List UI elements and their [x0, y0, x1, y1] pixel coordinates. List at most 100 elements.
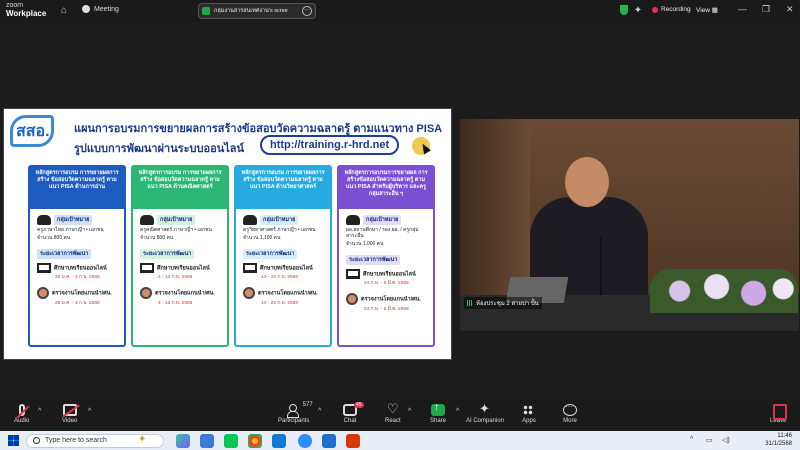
share-button[interactable]: Share [430, 402, 447, 424]
react-caret-icon[interactable]: ^ [408, 408, 411, 415]
study-label: ศึกษาบทเรียนออนไลน์ [157, 265, 210, 272]
participants-icon: 577 [286, 402, 313, 418]
edge-icon[interactable] [272, 434, 286, 448]
reviewer-icon [346, 293, 358, 306]
period-tag: ระยะเวลาการพัฒนา [37, 249, 92, 260]
more-icon [563, 402, 577, 416]
course-title: หลักสูตรการอบรมการขยายผล การสร้างข้อสอบว… [339, 167, 433, 209]
react-button[interactable]: React [385, 401, 401, 424]
apps-label: Apps [522, 418, 536, 424]
file-explorer-icon[interactable] [200, 434, 214, 448]
taskbar-clock[interactable]: 11:46 31/1/2568 [752, 433, 792, 448]
course-card-math: หลักสูตรการอบรม การขยายผลการสร้าง ข้อสอบ… [131, 165, 229, 347]
course-title: หลักสูตรการอบรม การขยายผลการสร้าง ข้อสอบ… [30, 167, 124, 209]
chat-badge: 45 [354, 402, 364, 408]
more-button[interactable]: More [563, 402, 577, 424]
participants-count: 577 [302, 402, 313, 408]
people-icon [140, 215, 154, 225]
target-count: จำนวน 1,000 คน [346, 241, 384, 248]
video-caret-icon[interactable]: ^ [88, 408, 91, 415]
meeting-label: Meeting [94, 5, 119, 13]
chat-button[interactable]: 45 Chat [343, 402, 364, 424]
target-text: ครูภาษาไทย ภาษาญี่ฯ • เอกชน [37, 227, 104, 234]
video-off-icon [62, 404, 77, 416]
check-label: ตรวจงานโดยแกนนำ/ศน. [155, 290, 215, 297]
shared-slide: สสอ. แผนการอบรมการขยายผลการสร้างข้อสอบวั… [3, 108, 452, 360]
period-tag: ระยะเวลาการพัฒนา [140, 249, 195, 260]
video-button[interactable]: Video [62, 404, 77, 424]
shield-icon[interactable] [620, 5, 628, 15]
paw-icon [82, 5, 90, 13]
video-name-caption: ห้องประชุม 2 สายปา ปั้น [464, 297, 542, 309]
grid-icon: ▦ [711, 7, 718, 14]
course-card-executives: หลักสูตรการอบรมการขยายผล การสร้างข้อสอบว… [337, 165, 435, 347]
copilot-icon[interactable]: ✦ [138, 434, 152, 448]
screen-share-indicator[interactable]: กลุ่มงานสารสนเทศงาน's scree ··· [198, 3, 316, 19]
meeting-stage: สสอ. แผนการอบรมการขยายผลการสร้างข้อสอบวั… [0, 22, 800, 399]
zoom-app-icon[interactable] [298, 434, 312, 448]
period-tag: ระยะเวลาการพัฒนา [346, 255, 401, 266]
video-label: Video [62, 418, 78, 424]
people-icon [243, 215, 257, 225]
close-icon[interactable]: ✕ [786, 4, 794, 15]
period-section: ระยะเวลาการพัฒนา ศึกษาบทเรียนออนไลน์ 4 -… [137, 247, 223, 309]
period-tag: ระยะเวลาการพัฒนา [243, 249, 298, 260]
target-section: กลุ่มเป้าหมาย ผอ.สถานศึกษา / รอง ผอ. / ค… [343, 213, 429, 249]
video-caption-text: ห้องประชุม 2 สายปา ปั้น [476, 301, 539, 307]
share-green-icon [202, 7, 210, 15]
course-card-reading: หลักสูตรการอบรม การขยายผลการสร้าง ข้อสอบ… [28, 165, 126, 347]
study-date: 25 ม.ค. - 3 ก.พ. 2568 [55, 275, 100, 281]
meeting-tab[interactable]: Meeting [82, 5, 119, 13]
view-button[interactable]: View ▦ [696, 6, 718, 14]
study-label: ศึกษาบทเรียนออนไลน์ [363, 271, 416, 278]
minimize-icon[interactable]: — [738, 4, 747, 14]
participants-caret-icon[interactable]: ^ [318, 408, 321, 415]
copilot-app-icon[interactable] [176, 434, 190, 448]
period-section: ระยะเวลาการพัฒนา ศึกษาบทเรียนออนไลน์ 24 … [343, 253, 429, 315]
apps-button[interactable]: Apps [522, 404, 536, 424]
maximize-icon[interactable]: ❐ [762, 4, 770, 15]
share-options-icon[interactable]: ··· [302, 6, 312, 16]
windows-taskbar: Type here to search ✦ ^ ▭ ◁) 11:46 31/1/… [0, 431, 800, 450]
brand-line2: Workplace [6, 9, 47, 18]
ai-companion-button[interactable]: AI Companion [466, 401, 504, 424]
volume-icon[interactable]: ◁) [722, 436, 730, 444]
check-label: ตรวจงานโดยแกนนำ/ศน. [361, 296, 421, 303]
search-icon [33, 437, 40, 444]
zoom-brand: zoom Workplace [6, 2, 46, 18]
reviewer-icon [37, 287, 49, 300]
laptop-icon [140, 263, 154, 274]
reviewer-icon [243, 287, 255, 300]
period-section: ระยะเวลาการพัฒนา ศึกษาบทเรียนออนไลน์ 14 … [240, 247, 326, 309]
acrobat-icon[interactable] [346, 434, 360, 448]
check-date: 25 ม.ค. - 3 ก.พ. 2568 [55, 301, 100, 307]
home-icon[interactable]: ⌂ [58, 5, 70, 17]
share-label: กลุ่มงานสารสนเทศงาน's scree [214, 8, 288, 14]
tray-chevron-icon[interactable]: ^ [690, 436, 693, 443]
search-placeholder: Type here to search [45, 437, 107, 444]
slide-url: http://training.r-hrd.net [260, 135, 400, 155]
ai-sparkle-icon[interactable]: ✦ [632, 5, 644, 17]
target-count: จำนวน 800 คน [140, 235, 174, 242]
line-app-icon[interactable] [224, 434, 238, 448]
study-date: 14 - 23 ก.พ. 2568 [261, 275, 299, 281]
windows-start-icon[interactable] [8, 435, 19, 446]
audio-button[interactable]: Audio [14, 404, 29, 424]
record-dot-icon [652, 6, 658, 13]
recording-indicator[interactable]: Recording [652, 6, 691, 13]
chrome-icon[interactable] [248, 434, 262, 448]
course-card-science: หลักสูตรการอบรม การขยายผลการสร้าง ข้อสอบ… [234, 165, 332, 347]
target-tag: กลุ่มเป้าหมาย [260, 215, 299, 226]
audio-caret-icon[interactable]: ^ [38, 408, 41, 415]
share-caret-icon[interactable]: ^ [456, 408, 459, 415]
target-tag: กลุ่มเป้าหมาย [54, 215, 93, 226]
participants-button[interactable]: 577 Participants [278, 402, 313, 424]
word-icon[interactable] [322, 434, 336, 448]
network-icon[interactable]: ▭ [706, 436, 713, 444]
slide-logo: สสอ. [16, 123, 50, 140]
target-section: กลุ่มเป้าหมาย ครูภาษาไทย ภาษาญี่ฯ • เอกช… [34, 213, 120, 243]
leave-button[interactable]: Leave [770, 404, 788, 424]
laptop-icon [37, 263, 51, 274]
share-label-btn: Share [430, 418, 447, 424]
meeting-toolbar: Audio ^ Video ^ 577 Participants ^ 45 Ch… [0, 399, 800, 431]
